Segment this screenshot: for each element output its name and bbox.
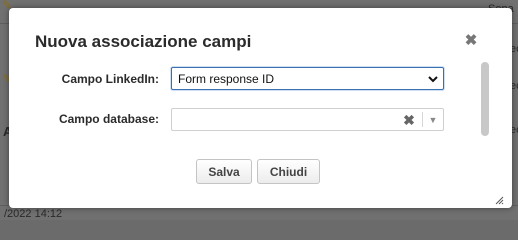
database-field-select[interactable]: ✖ ▼ <box>171 108 444 131</box>
resize-grip-icon[interactable] <box>495 196 504 205</box>
dropdown-arrow-icon[interactable]: ▼ <box>427 113 439 127</box>
database-field-label: Campo database: <box>58 112 159 126</box>
linkedin-field-value: Form response ID <box>178 72 275 86</box>
linkedin-field-label: Campo LinkedIn: <box>61 72 159 86</box>
linkedin-field-select[interactable]: Form response ID <box>171 67 444 90</box>
clear-icon[interactable]: ✖ <box>402 112 416 128</box>
separator <box>422 112 423 127</box>
close-icon[interactable]: ✖ <box>464 32 478 50</box>
field-mapping-dialog: Nuova associazione campi ✖ Campo LinkedI… <box>9 8 512 208</box>
dialog-title: Nuova associazione campi <box>35 32 252 51</box>
save-button[interactable]: Salva <box>196 159 252 184</box>
close-button[interactable]: Chiudi <box>257 159 320 184</box>
chevron-down-icon <box>428 76 438 83</box>
background-timestamp: /2022 14:12 <box>4 208 63 220</box>
scrollbar-thumb[interactable] <box>481 62 489 136</box>
